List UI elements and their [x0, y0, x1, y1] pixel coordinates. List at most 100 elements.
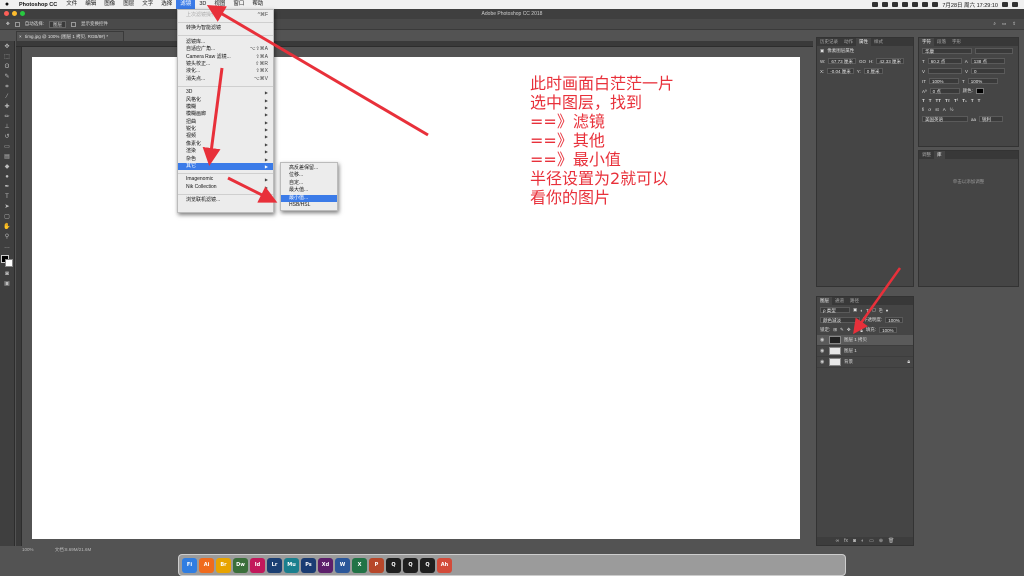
font-style-select[interactable]: [975, 48, 1013, 54]
swash-icon[interactable]: st: [935, 107, 939, 112]
search-icon[interactable]: ⌕: [993, 21, 996, 27]
other-submenu-item[interactable]: 最小值...: [281, 194, 337, 202]
lock-artboard-icon[interactable]: ⊡: [854, 327, 858, 333]
dock-app-icon[interactable]: Q: [403, 557, 418, 573]
menu-3d[interactable]: 3D: [195, 0, 210, 9]
fractions-icon[interactable]: ½: [950, 107, 954, 112]
quick-select-tool-icon[interactable]: ✎: [3, 74, 12, 81]
height-field[interactable]: 42.33 厘米: [876, 58, 904, 64]
filter-menu-item[interactable]: Nik Collection ▶: [178, 184, 273, 191]
document-tab[interactable]: × timg.jpg @ 100% (图层 1 拷贝, RGB/8#) *: [16, 31, 124, 41]
tab-properties[interactable]: 属性: [856, 38, 871, 46]
delete-layer-icon[interactable]: 🗑︎: [888, 537, 894, 545]
dock-app-icon[interactable]: Br: [216, 557, 231, 573]
lock-all-icon[interactable]: 🔒︎: [860, 328, 862, 333]
filter-type-icon[interactable]: T: [866, 308, 869, 313]
tab-actions[interactable]: 动作: [841, 38, 856, 46]
dock-app-icon[interactable]: Ai: [199, 557, 214, 573]
fill-field[interactable]: 100%: [879, 327, 897, 333]
menu-view[interactable]: 视图: [210, 0, 229, 9]
dock-app-icon[interactable]: Mu: [284, 557, 299, 573]
filter-menu-item[interactable]: 杂色 ▶: [178, 156, 273, 163]
layer-filter-kind[interactable]: ρ 类型: [820, 307, 850, 313]
menu-edit[interactable]: 编辑: [81, 0, 100, 9]
language-select[interactable]: 美国英语: [922, 116, 968, 122]
zoom-tool-icon[interactable]: ⚲: [3, 234, 12, 241]
dock-app-icon[interactable]: Id: [250, 557, 265, 573]
tab-libraries[interactable]: 库: [934, 151, 945, 159]
ordinals-icon[interactable]: A: [943, 107, 946, 112]
small-caps-icon[interactable]: Tт: [945, 98, 950, 103]
menu-type[interactable]: 文字: [138, 0, 157, 9]
other-submenu-item[interactable]: 最大值...: [281, 187, 337, 194]
menu-layer[interactable]: 图层: [119, 0, 138, 9]
menu-file[interactable]: 文件: [62, 0, 81, 9]
zoom-level[interactable]: 100%: [22, 547, 34, 552]
blur-tool-icon[interactable]: ◆: [3, 164, 12, 171]
baseline-field[interactable]: 0 点: [929, 88, 960, 94]
search-icon[interactable]: [1002, 2, 1008, 7]
volume-icon[interactable]: [922, 2, 929, 7]
menu-select[interactable]: 选择: [157, 0, 176, 9]
vertical-ruler[interactable]: [16, 47, 22, 546]
qq-icon[interactable]: [882, 2, 889, 7]
dock-app-icon[interactable]: Ps: [301, 557, 316, 573]
dock-app-icon[interactable]: P: [369, 557, 384, 573]
x-field[interactable]: -0.04 厘米: [827, 68, 854, 74]
menu-window[interactable]: 窗口: [229, 0, 248, 9]
battery-icon[interactable]: [932, 2, 939, 7]
marquee-tool-icon[interactable]: ⬚: [3, 54, 12, 61]
filter-smart-icon[interactable]: ⎘: [879, 308, 883, 313]
color-swatches[interactable]: [1, 255, 13, 267]
screen-mode-icon[interactable]: ▣: [3, 281, 12, 288]
clock[interactable]: 7月28日 周六 17:29:10: [942, 1, 998, 9]
y-field[interactable]: 0 厘米: [863, 68, 883, 74]
pen-tool-icon[interactable]: ✒: [3, 184, 12, 191]
lock-transparent-icon[interactable]: ⊞: [833, 327, 837, 333]
filter-menu-item[interactable]: Camera Raw 滤镜... ⇧⌘A: [178, 54, 273, 61]
filter-menu-item[interactable]: 渲染 ▶: [178, 148, 273, 155]
faux-bold-icon[interactable]: T: [922, 98, 925, 103]
dock-app-icon[interactable]: Lr: [267, 557, 282, 573]
auto-select-checkbox[interactable]: [14, 21, 20, 27]
tab-paths[interactable]: 路径: [847, 297, 862, 305]
tab-adjustments[interactable]: 调整: [919, 151, 934, 159]
kerning-field[interactable]: [928, 68, 963, 74]
lock-position-icon[interactable]: ✥: [847, 327, 851, 333]
new-group-icon[interactable]: ▭: [869, 537, 874, 545]
background-color[interactable]: [5, 259, 13, 267]
filter-pixel-icon[interactable]: ▣: [853, 307, 857, 313]
layer-row[interactable]: ◉ 背景 🔒︎: [817, 357, 913, 368]
app-menu[interactable]: Photoshop CC: [14, 2, 62, 8]
history-brush-tool-icon[interactable]: ↺: [3, 134, 12, 141]
brush-tool-icon[interactable]: ✏: [3, 114, 12, 121]
healing-tool-icon[interactable]: ✚: [3, 104, 12, 111]
filter-menu-item[interactable]: 风格化 ▶: [178, 97, 273, 104]
add-mask-icon[interactable]: ◙: [853, 537, 856, 545]
dock-app-icon[interactable]: Q: [420, 557, 435, 573]
tab-styles[interactable]: 样式: [871, 38, 886, 46]
zoom-window-button[interactable]: [20, 11, 25, 16]
vertical-scale-field[interactable]: 100%: [929, 78, 959, 84]
menu-help[interactable]: 帮助: [248, 0, 267, 9]
layer-row[interactable]: ◉ 图层 1: [817, 346, 913, 357]
type-tool-icon[interactable]: T: [3, 194, 12, 201]
quick-mask-icon[interactable]: ◙: [3, 271, 12, 278]
visibility-eye-icon[interactable]: ◉: [820, 348, 826, 354]
antialias-select[interactable]: 锐利: [979, 116, 1004, 122]
filter-adjust-icon[interactable]: ◐: [860, 308, 863, 313]
oldstyle-icon[interactable]: ơ: [928, 107, 931, 112]
visibility-eye-icon[interactable]: ◉: [820, 337, 826, 343]
horizontal-ruler[interactable]: [16, 41, 813, 47]
show-transform-checkbox[interactable]: [71, 21, 77, 27]
text-color-swatch[interactable]: [975, 88, 984, 94]
tab-character[interactable]: 字符: [919, 38, 934, 46]
filter-menu-item[interactable]: 其它 ▶: [178, 163, 273, 171]
filter-toggle-icon[interactable]: ●: [886, 308, 889, 313]
close-tab-icon[interactable]: ×: [19, 32, 22, 41]
tab-glyphs[interactable]: 字形: [949, 38, 964, 46]
crop-tool-icon[interactable]: ⌗: [3, 84, 12, 91]
more-tools-icon[interactable]: …: [3, 244, 12, 251]
faux-italic-icon[interactable]: T: [929, 98, 932, 103]
filter-menu-item[interactable]: 3D ▶: [178, 89, 273, 96]
